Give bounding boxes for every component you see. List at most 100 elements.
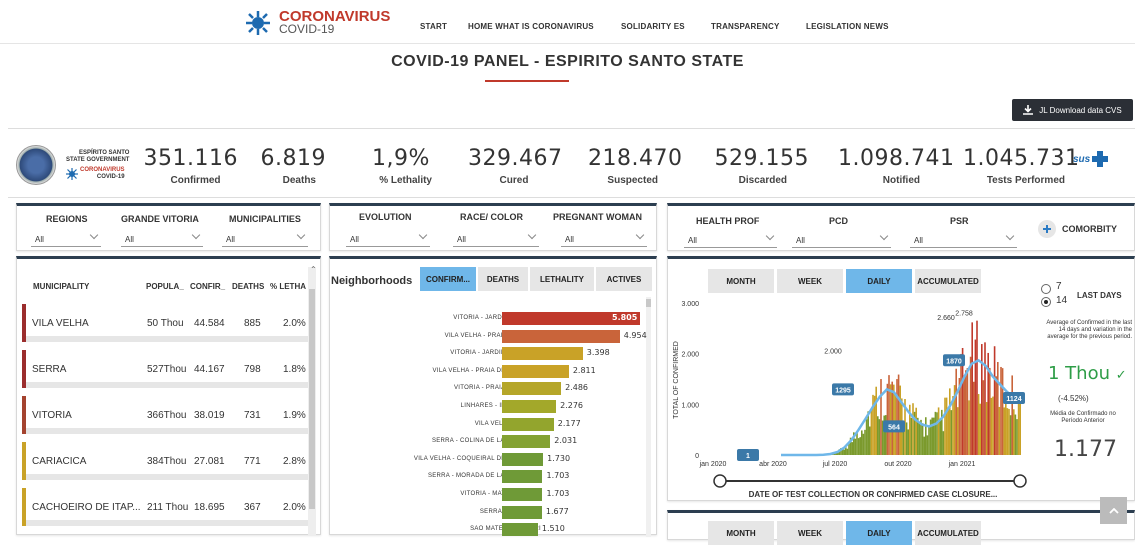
cell-confirmed: 44.584	[194, 318, 225, 329]
bar[interactable]	[502, 418, 554, 431]
tab-deaths[interactable]: DEATHS	[478, 267, 528, 291]
cell-confirmed: 27.081	[194, 456, 225, 467]
nav-link-4[interactable]: LEGISLATION NEWS	[806, 22, 889, 31]
slider-start-handle[interactable]	[714, 475, 726, 487]
bar[interactable]	[502, 488, 542, 501]
y-tick-label: 2.000	[681, 352, 699, 359]
bar[interactable]	[502, 365, 569, 378]
bar[interactable]	[502, 470, 542, 483]
cell-deaths: 731	[244, 410, 261, 421]
daily-bar	[893, 385, 895, 455]
bar[interactable]	[502, 453, 543, 466]
daily-bar	[923, 437, 925, 455]
kpi-notified: 1.098.741 Notified	[838, 147, 948, 186]
chevron-down-icon	[766, 232, 774, 240]
kpi-label: Cured	[468, 175, 560, 186]
tab-month[interactable]: MONTH	[708, 269, 774, 293]
annotation-label: 564	[888, 424, 900, 431]
nav-link-3[interactable]: TRANSPARENCY	[711, 22, 779, 31]
scroll-up-icon[interactable]: ⌃	[310, 265, 317, 274]
kpi-label: Tests Performed	[963, 175, 1073, 186]
scroll-to-top-button[interactable]	[1100, 497, 1127, 524]
tab-accumulated[interactable]: ACCUMULATED	[915, 269, 981, 293]
filter-panel-health: HEALTH PROF PCD PSR All All All COMORBIT…	[667, 203, 1135, 251]
tab-daily-2[interactable]: DAILY	[846, 521, 912, 545]
tab-week[interactable]: WEEK	[777, 269, 843, 293]
col-header-municipality[interactable]: MUNICIPALITY	[33, 282, 89, 291]
table-row[interactable]: SERRA527Thou44.1677981.8%	[22, 350, 310, 388]
tab-daily[interactable]: DAILY	[846, 269, 912, 293]
pcd-dropdown[interactable]: All	[792, 231, 891, 248]
chevron-down-icon	[880, 232, 888, 240]
daily-bar	[917, 418, 919, 455]
tab-week-2[interactable]: WEEK	[777, 521, 843, 545]
table-scrollbar[interactable]	[308, 267, 316, 535]
daily-bar	[946, 398, 948, 455]
y-axis-label: TOTAL OF CONFIRMED	[673, 341, 680, 419]
bar[interactable]	[502, 506, 542, 519]
evolution-dropdown[interactable]: All	[346, 230, 430, 247]
table-row[interactable]: CACHOEIRO DE ITAP...211 Thou18.6953672.0…	[22, 488, 310, 526]
regions-dropdown[interactable]: All	[31, 230, 101, 247]
tab-actives[interactable]: ACTIVES	[596, 267, 652, 291]
col-header-deaths[interactable]: DEATHS	[232, 282, 264, 291]
nav-link-0[interactable]: START	[420, 22, 447, 31]
neighborhoods-scrollbar[interactable]	[646, 297, 651, 537]
daily-bar	[944, 398, 946, 455]
kpi-suspected: 218.470 Suspected	[588, 147, 680, 186]
nav-link-1[interactable]: HOME WHAT IS CORONAVIRUS	[468, 22, 594, 31]
table-row[interactable]: CARIACICA384Thou27.0817712.8%	[22, 442, 310, 480]
tab-accumulated-2[interactable]: ACCUMULATED	[915, 521, 981, 545]
municipalities-dropdown[interactable]: All	[222, 230, 308, 247]
tab-lethality[interactable]: LETHALITY	[530, 267, 594, 291]
second-chart-panel: MONTH WEEK DAILY ACCUMULATED	[667, 510, 1135, 540]
tab-month-2[interactable]: MONTH	[708, 521, 774, 545]
daily-bar	[896, 379, 898, 455]
daily-bar	[955, 369, 957, 455]
x-tick-label: jan 2020	[699, 461, 727, 468]
kpi-value: 218.470	[588, 147, 680, 171]
nav-link-2[interactable]: SOLIDARITY ES	[621, 22, 685, 31]
kpi-value: 351.116	[143, 147, 238, 171]
gov-covid2: COVID-19	[80, 174, 125, 181]
col-header-confirmed[interactable]: CONFIR_	[190, 282, 225, 291]
slider-end-handle[interactable]	[1014, 475, 1026, 487]
daily-bar	[975, 340, 977, 455]
radio-7-days[interactable]	[1041, 284, 1051, 294]
daily-bar	[1015, 415, 1017, 455]
psr-dropdown[interactable]: All	[910, 231, 1017, 248]
kpi-value: 6.819	[258, 147, 326, 171]
comorbidity-button[interactable]: COMORBITY	[1038, 220, 1117, 238]
daily-bar	[981, 344, 983, 455]
table-row[interactable]: VITORIA366Thou38.0197311.9%	[22, 396, 310, 434]
radio-14-days[interactable]	[1041, 297, 1051, 307]
daily-bar	[1008, 409, 1010, 455]
bar[interactable]	[502, 523, 538, 536]
bar[interactable]	[502, 347, 583, 360]
health-cross-icon	[1092, 151, 1108, 167]
bar[interactable]	[502, 435, 550, 448]
bar-value: 2.177	[558, 419, 581, 428]
health-prof-dropdown[interactable]: All	[684, 231, 777, 248]
bar-value: 3.398	[587, 348, 610, 357]
brand-logo[interactable]: CORONAVIRUS COVID-19	[245, 10, 390, 36]
daily-bar	[999, 407, 1001, 455]
scrollbar-thumb[interactable]	[309, 289, 315, 509]
race-color-dropdown[interactable]: All	[453, 230, 539, 247]
bar[interactable]	[502, 330, 620, 343]
col-header-population[interactable]: POPULA_	[146, 282, 184, 291]
bar[interactable]	[502, 382, 561, 395]
col-header-lethality[interactable]: % LETHA	[270, 282, 306, 291]
grande-vitoria-dropdown[interactable]: All	[121, 230, 203, 247]
bar[interactable]	[502, 400, 556, 413]
pregnant-dropdown[interactable]: All	[561, 230, 647, 247]
table-row[interactable]: VILA VELHA50 Thou44.5848852.0%	[22, 304, 310, 342]
annotation-label: 2.000	[824, 349, 842, 356]
scrollbar-thumb[interactable]	[646, 299, 651, 307]
download-data-button[interactable]: JL Download data CVS	[1012, 99, 1133, 121]
tab-confirmed[interactable]: CONFIRM...	[420, 267, 476, 291]
daily-bar	[922, 423, 924, 455]
row-color-indicator	[22, 350, 26, 388]
sus-label: SUS	[1073, 154, 1090, 165]
daily-bar	[864, 430, 866, 455]
